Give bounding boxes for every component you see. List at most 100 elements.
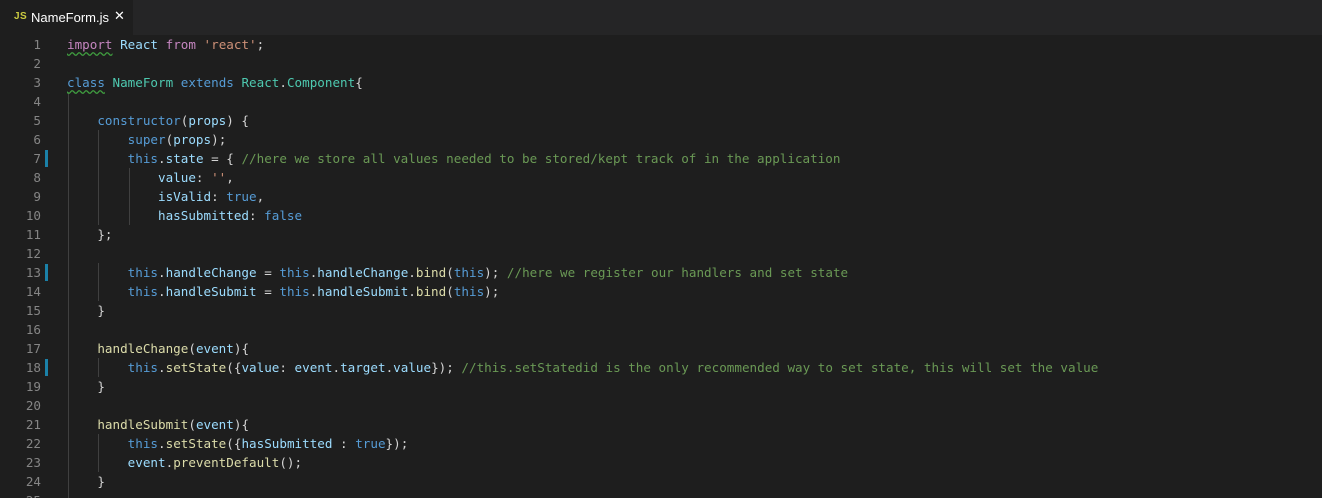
- code-token: :: [332, 436, 356, 451]
- code-token: event: [127, 455, 166, 470]
- code-token: true: [226, 189, 257, 204]
- editor-text-area[interactable]: 1 import React from 'react'; 2 3 class NameF…: [0, 35, 1322, 498]
- code-token: event: [294, 360, 333, 375]
- code-text: constructor(props) {: [67, 111, 249, 130]
- code-line[interactable]: 25: [0, 491, 1322, 498]
- code-text: hasSubmitted: false: [67, 206, 302, 225]
- code-line[interactable]: 17 handleChange(event){: [0, 339, 1322, 358]
- code-token: hasSubmitted: [241, 436, 333, 451]
- code-line[interactable]: 18 this.setState({value: event.target.va…: [0, 358, 1322, 377]
- code-token: };: [97, 227, 113, 242]
- code-line[interactable]: 20: [0, 396, 1322, 415]
- code-token: bind: [415, 265, 447, 280]
- code-line[interactable]: 23 event.preventDefault();: [0, 453, 1322, 472]
- code-line[interactable]: 22 this.setState({hasSubmitted : true});: [0, 434, 1322, 453]
- code-token: React: [120, 37, 159, 52]
- code-token: extends: [180, 75, 234, 90]
- code-token: isValid: [158, 189, 212, 204]
- modified-line-indicator[interactable]: [45, 150, 48, 167]
- code-token: handleSubmit: [97, 417, 189, 432]
- code-text: super(props);: [67, 130, 227, 149]
- line-number: 2: [33, 56, 41, 71]
- code-token: constructor: [97, 113, 181, 128]
- code-token: );: [484, 284, 500, 299]
- code-token: (: [446, 265, 454, 280]
- code-token: ();: [279, 455, 303, 470]
- line-number: 3: [33, 75, 41, 90]
- line-number: 5: [33, 113, 41, 128]
- code-text: }: [67, 301, 105, 320]
- code-line[interactable]: 7 this.state = { //here we store all val…: [0, 149, 1322, 168]
- close-icon[interactable]: ✕: [114, 9, 125, 24]
- code-token: true: [355, 436, 386, 451]
- code-text: this.handleSubmit = this.handleSubmit.bi…: [67, 282, 500, 301]
- code-text: this.state = { //here we store all value…: [67, 149, 841, 168]
- code-text: value: '',: [67, 168, 234, 187]
- code-text: event.preventDefault();: [67, 453, 302, 472]
- code-token: ){: [233, 341, 250, 356]
- code-line[interactable]: 1 import React from 'react';: [0, 35, 1322, 54]
- code-text: class NameForm extends React.Component{: [67, 73, 363, 92]
- code-line[interactable]: 10 hasSubmitted: false: [0, 206, 1322, 225]
- code-line[interactable]: 12: [0, 244, 1322, 263]
- code-token: =: [256, 284, 280, 299]
- code-line[interactable]: 8 value: '',: [0, 168, 1322, 187]
- tab-nameform-js[interactable]: JS NameForm.js ✕: [0, 0, 133, 35]
- code-token: from: [165, 37, 196, 52]
- code-token: handleChange: [165, 265, 257, 280]
- code-line[interactable]: 9 isValid: true,: [0, 187, 1322, 206]
- line-number: 12: [25, 246, 41, 261]
- code-line[interactable]: 2: [0, 54, 1322, 73]
- code-line[interactable]: 14 this.handleSubmit = this.handleSubmit…: [0, 282, 1322, 301]
- code-token: (: [188, 417, 196, 432]
- code-token: event: [195, 417, 234, 432]
- code-token: this: [127, 265, 159, 280]
- code-text: }: [67, 377, 105, 396]
- code-token: handleChange: [97, 341, 189, 356]
- code-token: //here we store all values needed to be …: [241, 151, 841, 166]
- line-number: 22: [25, 436, 41, 451]
- code-token: Component: [286, 75, 356, 90]
- code-line[interactable]: 15 }: [0, 301, 1322, 320]
- tab-label: NameForm.js: [31, 10, 110, 25]
- code-text: handleSubmit(event){: [67, 415, 249, 434]
- code-token: ){: [233, 417, 250, 432]
- code-line[interactable]: 16: [0, 320, 1322, 339]
- code-line[interactable]: 5 constructor(props) {: [0, 111, 1322, 130]
- modified-line-indicator[interactable]: [45, 264, 48, 281]
- code-line[interactable]: 4: [0, 92, 1322, 111]
- code-line[interactable]: 6 super(props);: [0, 130, 1322, 149]
- code-text: handleChange(event){: [67, 339, 249, 358]
- code-line[interactable]: 3 class NameForm extends React.Component{: [0, 73, 1322, 92]
- line-number: 21: [25, 417, 41, 432]
- code-line[interactable]: 13 this.handleChange = this.handleChange…: [0, 263, 1322, 282]
- code-token: handleChange: [317, 265, 409, 280]
- code-line[interactable]: 11 };: [0, 225, 1322, 244]
- code-line[interactable]: 19 }: [0, 377, 1322, 396]
- code-token: .: [158, 284, 166, 299]
- code-line[interactable]: 24 }: [0, 472, 1322, 491]
- code-token: .: [158, 360, 166, 375]
- code-token: });: [431, 360, 462, 375]
- code-token: props: [188, 113, 227, 128]
- code-token: '': [211, 170, 227, 185]
- code-token: :: [249, 208, 265, 223]
- line-number: 6: [33, 132, 41, 147]
- code-token: .: [408, 265, 416, 280]
- code-token: this: [127, 360, 159, 375]
- modified-line-indicator[interactable]: [45, 359, 48, 376]
- code-line[interactable]: 21 handleSubmit(event){: [0, 415, 1322, 434]
- line-number: 4: [33, 94, 41, 109]
- code-text: this.handleChange = this.handleChange.bi…: [67, 263, 848, 282]
- line-number: 23: [25, 455, 41, 470]
